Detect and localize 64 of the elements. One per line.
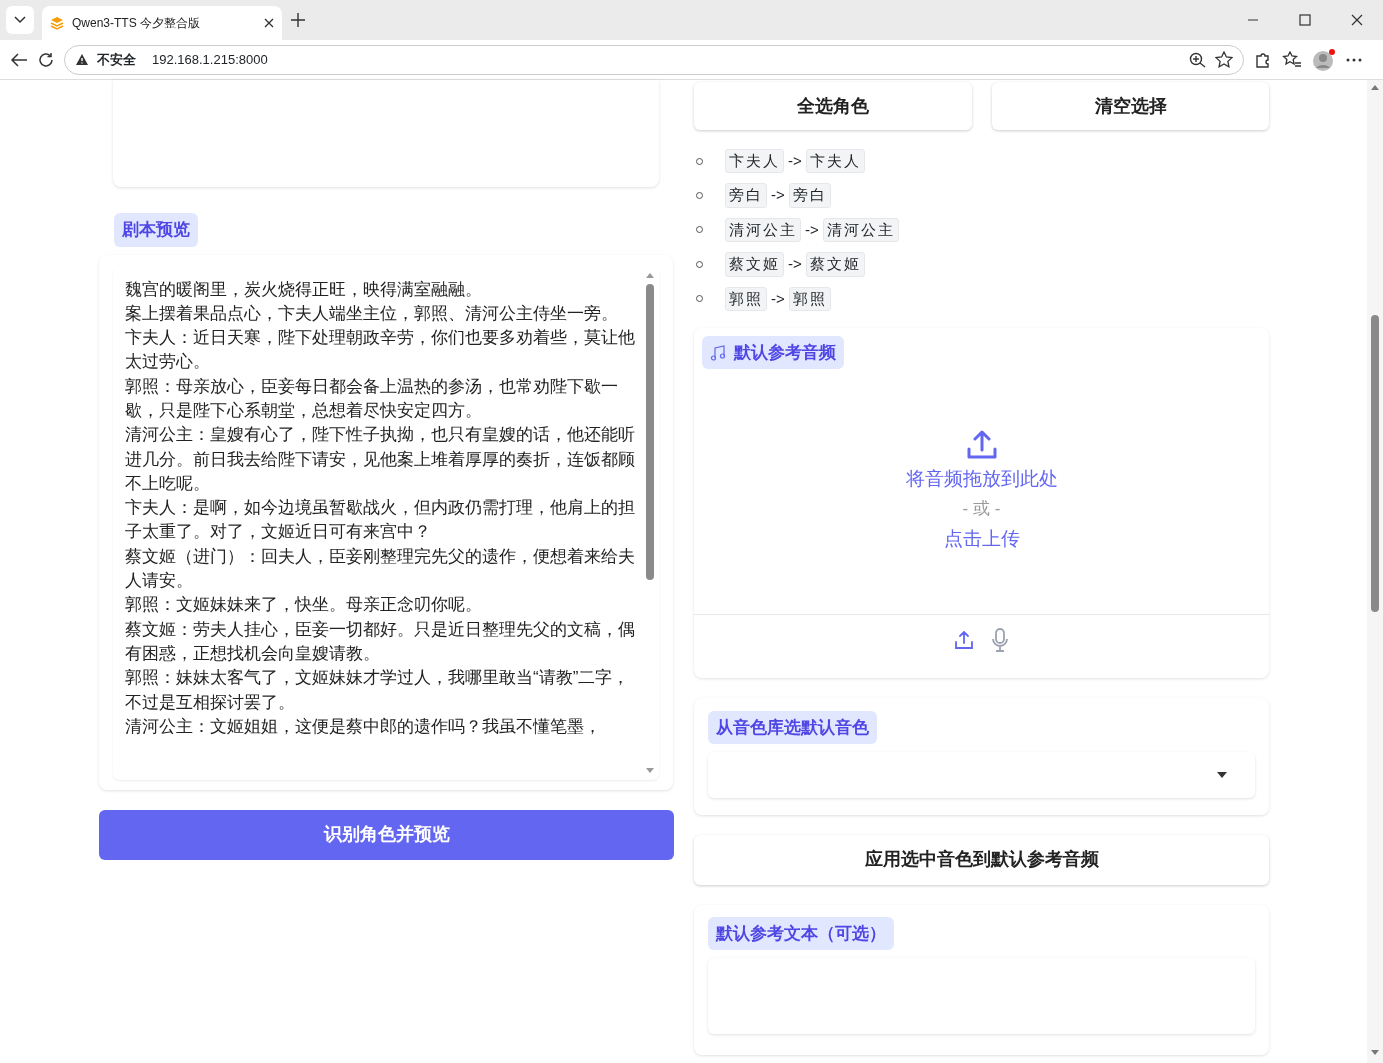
- arrow-text: ->: [771, 288, 785, 309]
- arrow-text: ->: [788, 254, 802, 275]
- caret-icon: [1217, 772, 1227, 779]
- script-line: 卞夫人：是啊，如今边境虽暂歇战火，但内政仍需打理，他肩上的担子太重了。对了，文姬近日可有来宫中？: [125, 497, 636, 544]
- click-upload-link[interactable]: 点击上传: [943, 523, 1020, 554]
- warning-icon: [75, 53, 89, 66]
- close-window-icon[interactable]: [1351, 14, 1363, 26]
- role-name: 卞夫人: [725, 148, 784, 174]
- script-line: 郭照：妹妹太客气了，文姬妹妹才学过人，我哪里敢当“请教”二字，不过是互相探讨罢了。: [125, 667, 631, 714]
- role-name: 旁白: [725, 183, 767, 208]
- script-line: 郭照：母亲放心，臣妾每日都会备上温热的参汤，也常劝陛下歇一歇，只是陛下心系朝堂，总想着尽快安定四方。: [125, 375, 619, 422]
- avatar-icon[interactable]: [1312, 47, 1336, 72]
- voice-name: 卞夫人: [805, 148, 865, 174]
- favorites-icon[interactable]: [1282, 50, 1302, 69]
- script-line: 蔡文姬（进门）：回夫人，臣妾刚整理完先父的遗作，便想着来给夫人请安。: [125, 545, 636, 593]
- role-name: 蔡文姬: [725, 252, 784, 277]
- music-note-icon: [710, 344, 726, 361]
- page-scrollbar[interactable]: [1367, 80, 1383, 1063]
- chevron-down-icon: [14, 16, 26, 24]
- clear-selection-button[interactable]: 清空选择: [992, 82, 1269, 130]
- script-line: 魏宫的暖阁里，炭火烧得正旺，映得满室融融。: [125, 278, 483, 301]
- role-name: 清河公主: [725, 217, 801, 243]
- section-label: 从音色库选默认音色: [708, 710, 877, 745]
- drop-zone[interactable]: 将音频拖放到此处 - 或 - 点击上传: [694, 369, 1269, 615]
- or-text: - 或 -: [962, 497, 1001, 520]
- new-tab-icon[interactable]: [290, 12, 306, 28]
- reload-icon[interactable]: [38, 51, 54, 68]
- voice-name: 旁白: [788, 183, 831, 208]
- maximize-icon[interactable]: [1299, 14, 1311, 26]
- role-name: 郭照: [725, 286, 767, 311]
- more-icon[interactable]: [1346, 57, 1362, 62]
- voice-name: 郭照: [788, 286, 831, 311]
- apply-voice-button[interactable]: 应用选中音色到默认参考音频: [694, 834, 1269, 885]
- zoom-icon[interactable]: [1189, 51, 1207, 68]
- star-icon[interactable]: [1215, 51, 1233, 68]
- arrow-text: ->: [771, 185, 785, 206]
- section-label: 默认参考文本（可选）: [708, 916, 894, 951]
- stack-icon: [50, 16, 64, 30]
- url-text: 192.168.1.215:8000: [152, 50, 268, 69]
- upload-icon: [965, 429, 998, 460]
- script-line: 卞夫人：近日天寒，陛下处理朝政辛劳，你们也要多劝着些，莫让他太过劳心。: [125, 327, 636, 374]
- browser-tab[interactable]: Qwen3-TTS 今夕整合版: [42, 6, 282, 40]
- arrow-text: ->: [788, 150, 802, 171]
- script-line: 清河公主：皇嫂有心了，陛下性子执拗，也只有皇嫂的话，他还能听进几分。前日我去给陛下请安，见他案上堆着厚厚的奏折，连饭都顾不上吃呢。: [125, 424, 636, 495]
- drop-hint: 将音频拖放到此处: [905, 466, 1058, 491]
- script-line: 清河公主：文姬姐姐，这便是蔡中郎的遗作吗？我虽不懂笔墨，: [125, 715, 602, 738]
- tab-title: Qwen3-TTS 今夕整合版: [72, 15, 200, 32]
- back-icon[interactable]: [10, 51, 28, 68]
- script-line: 郭照：文姬妹妹来了，快坐。母亲正念叨你呢。: [125, 594, 483, 617]
- detect-roles-button[interactable]: 识别角色并预览: [99, 809, 674, 860]
- section-label: 剧本预览: [114, 213, 198, 247]
- voice-name: 清河公主: [822, 217, 899, 243]
- section-label: 默认参考音频: [702, 335, 844, 370]
- script-line: 蔡文姬：劳夫人挂心，臣妾一切都好。只是近日整理先父的文稿，偶有困惑，正想找机会向皇嫂请教。: [125, 618, 636, 665]
- close-icon[interactable]: [264, 18, 274, 28]
- select-all-button[interactable]: 全选角色: [694, 82, 972, 130]
- script-line: 案上摆着果品点心，卞夫人端坐主位，郭照、清河公主侍坐一旁。: [125, 302, 619, 325]
- security-label: 不安全: [97, 50, 136, 69]
- arrow-text: ->: [805, 219, 819, 240]
- upload-source-icon[interactable]: [953, 629, 974, 650]
- text-input-field[interactable]: [113, 80, 659, 187]
- puzzle-icon[interactable]: [1254, 50, 1272, 69]
- tab-list-button[interactable]: [6, 6, 34, 34]
- voice-name: 蔡文姬: [805, 252, 865, 277]
